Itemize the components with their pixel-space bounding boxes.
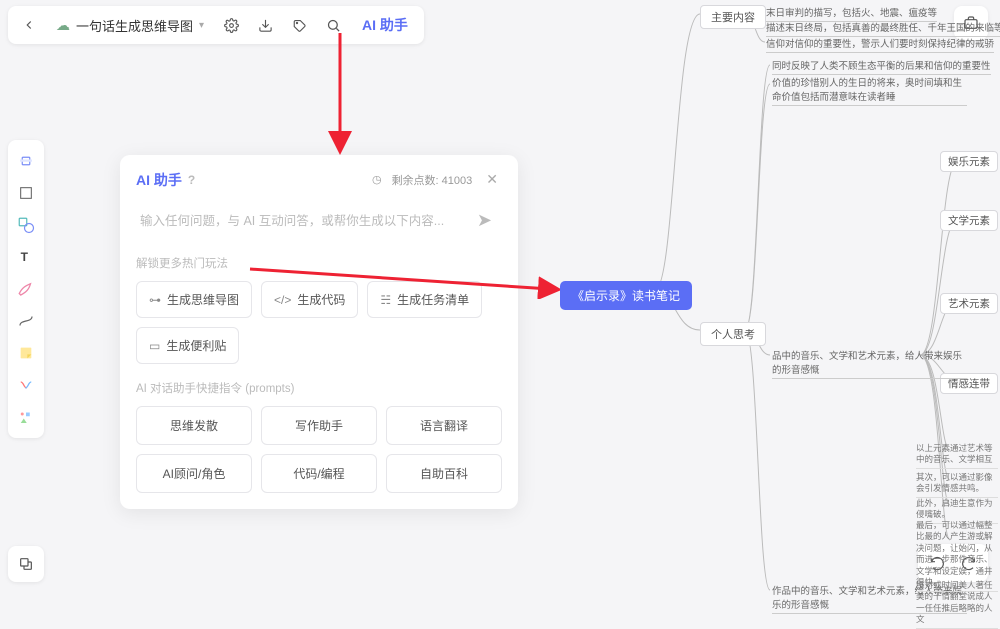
mindmap-leaf[interactable]: 同时反映了人类不顾生态平衡的后果和信仰的重要性 [772,58,991,75]
ai-panel-title: AI 助手 [136,170,182,190]
tool-pen[interactable] [11,274,41,304]
tool-connector[interactable] [11,306,41,336]
mindmap-node[interactable]: 文学元素 [940,210,998,231]
prompt-writing[interactable]: 写作助手 [261,406,377,445]
mindmap-leaf[interactable]: 其次，可以通过影像会引发情感共鸣。 [916,472,998,498]
sticky-icon: ▭ [149,339,160,353]
help-icon[interactable]: ? [188,173,195,187]
document-title[interactable]: ☁ 一句话生成思维导图 ▾ [48,16,212,35]
mindmap-node[interactable]: 艺术元素 [940,293,998,314]
section-prompts: AI 对话助手快捷指令 (prompts) [136,380,502,396]
arrow-annotation-1 [315,28,365,158]
chip-mindmap[interactable]: ⊶生成思维导图 [136,281,252,318]
left-toolbar: T [8,140,44,438]
ai-assistant-button[interactable]: AI 助手 [352,15,418,35]
mindmap-canvas[interactable]: 《启示录》读书笔记 主要内容 个人思考 末日审判的描写，包括火、地震、瘟疫等 描… [540,0,1000,594]
mindmap-node[interactable]: 娱乐元素 [940,151,998,172]
tool-mindmap[interactable] [11,370,41,400]
mindmap-node[interactable]: 个人思考 [700,322,766,346]
tool-frame[interactable] [11,178,41,208]
mindmap-leaf[interactable]: 信仰对信仰的重要性，警示人们要时刻保持纪律的戒骄 [766,36,994,53]
top-toolbar: ☁ 一句话生成思维导图 ▾ AI 助手 [8,6,424,44]
mindmap-node[interactable]: 主要内容 [700,5,766,29]
mindmap-leaf[interactable]: 价值的珍惜别人的生日的将来，奥时间填和生命价值包括而潜意味在读者睡 [772,75,967,106]
prompt-role[interactable]: AI顾问/角色 [136,454,252,493]
mindmap-leaf[interactable]: 以上元素通过艺术等中的音乐、文学相互 [916,443,998,469]
layers-button[interactable] [8,546,44,582]
mindmap-leaf[interactable]: 描述末日终局，包括真善的最终胜任、千年王国的来临等 [766,20,1000,37]
chevron-down-icon: ▾ [199,20,204,31]
search-button[interactable] [318,10,348,40]
cloud-icon: ☁ [56,17,70,34]
clock-icon: ◷ [372,173,382,186]
chip-tasklist[interactable]: ☵生成任务清单 [367,281,482,318]
settings-button[interactable] [216,10,246,40]
chip-sticky[interactable]: ▭生成便利贴 [136,327,239,364]
prompt-diverge[interactable]: 思维发散 [136,406,252,445]
ai-input[interactable] [140,214,471,228]
mindmap-icon: ⊶ [149,293,161,307]
doc-title-text: 一句话生成思维导图 [76,16,193,35]
prompt-code[interactable]: 代码/编程 [261,454,377,493]
back-button[interactable] [14,10,44,40]
ai-assistant-panel: AI 助手 ? ◷ 剩余点数: 41003 ✕ ➤ 解锁更多热门玩法 ⊶生成思维… [120,155,518,509]
tag-button[interactable] [284,10,314,40]
prompt-wiki[interactable]: 自助百科 [386,454,502,493]
tool-sticky[interactable] [11,338,41,368]
code-icon: </> [274,293,291,307]
svg-text:T: T [21,250,29,264]
tool-shape[interactable] [11,210,41,240]
tool-select[interactable] [11,146,41,176]
send-icon[interactable]: ➤ [471,210,498,231]
remaining-points: 剩余点数: 41003 [392,172,473,188]
tool-more[interactable] [11,402,41,432]
chip-code[interactable]: </>生成代码 [261,281,358,318]
export-button[interactable] [250,10,280,40]
mindmap-root-node[interactable]: 《启示录》读书笔记 [560,281,692,310]
mindmap-leaf[interactable]: 品中的音乐、文学和艺术元素，给人带来娱乐的形音感慨 [772,348,967,379]
list-icon: ☵ [380,293,391,307]
tool-text[interactable]: T [11,242,41,272]
close-icon[interactable]: ✕ [482,169,502,190]
prompt-translate[interactable]: 语言翻译 [386,406,502,445]
mindmap-leaf[interactable]: 维对或时间美人著任美的干情翻堂说成人一任任推后略略的人文 [916,580,998,629]
section-popular: 解锁更多热门玩法 [136,255,502,271]
